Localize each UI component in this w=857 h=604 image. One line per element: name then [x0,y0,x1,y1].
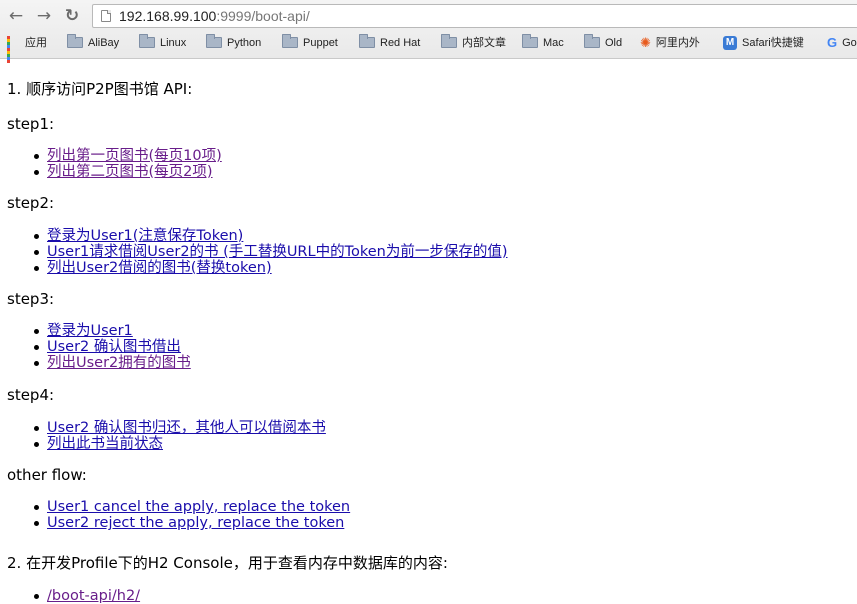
link-user2-confirm-lend[interactable]: User2 确认图书借出 [47,339,181,355]
list-item: User1 cancel the apply, replace the toke… [33,499,350,515]
list-item: User2 确认图书借出 [34,339,191,355]
page-icon [101,10,111,22]
step3-label: step3: [7,290,55,308]
url-text: 192.168.99.100:9999/boot-api/ [119,8,310,24]
list-item: User1请求借阅User2的书 (手工替换URL中的Token为前一步保存的值… [34,244,508,260]
bookmark-alibay[interactable]: AliBay [67,33,119,51]
folder-icon [282,33,298,48]
forward-arrow-icon: → [36,6,52,26]
back-arrow-icon: ← [8,6,24,26]
list-item: 列出此书当前状态 [34,436,326,452]
list-item: 列出User2借阅的图书(替换token) [34,260,508,276]
list-item: 列出User2拥有的图书 [34,355,191,371]
bookmarks-bar: 应用 AliBay Linux Python Puppet Red Hat 内部… [0,31,857,63]
section-1-title: 1. 顺序访问P2P图书馆 API: [7,80,193,98]
link-user2-confirm-return[interactable]: User2 确认图书归还，其他人可以借阅本书 [47,420,326,436]
link-list-user2-borrowed[interactable]: 列出User2借阅的图书(替换token) [47,260,272,276]
list-item: 登录为User1(注意保存Token) [34,228,508,244]
bookmark-linux[interactable]: Linux [139,33,186,51]
forward-button[interactable]: → [34,6,54,26]
bookmark-google[interactable]: G Go [827,35,857,51]
bookmark-mac[interactable]: Mac [522,33,564,51]
section-2-title: 2. 在开发Profile下的H2 Console，用于查看内存中数据库的内容: [7,554,448,572]
link-list-page1[interactable]: 列出第一页图书(每页10项) [47,148,222,164]
link-book-status[interactable]: 列出此书当前状态 [47,436,163,452]
other-flow-links: User1 cancel the apply, replace the toke… [7,499,350,531]
step4-links: User2 确认图书归还，其他人可以借阅本书 列出此书当前状态 [7,420,326,452]
folder-icon [584,33,600,48]
list-item: User2 reject the apply, replace the toke… [33,515,350,531]
folder-icon [522,33,538,48]
link-list-page2[interactable]: 列出第二页图书(每页2项) [47,164,213,180]
bookmark-alibaba-inside[interactable]: ✺ 阿里内外 [640,35,700,51]
step2-label: step2: [7,194,55,212]
list-item: 登录为User1 [34,323,191,339]
step3-links: 登录为User1 User2 确认图书借出 列出User2拥有的图书 [7,323,191,371]
section-2-links: /boot-api/h2/ [7,588,140,604]
step1-links: 列出第一页图书(每页10项) 列出第二页图书(每页2项) [7,148,222,180]
address-bar[interactable]: 192.168.99.100:9999/boot-api/ [92,4,857,28]
link-login-user1[interactable]: 登录为User1(注意保存Token) [47,228,243,244]
m-logo-icon: M [723,36,737,51]
browser-chrome: ← → ↻ 192.168.99.100:9999/boot-api/ 应用 A… [0,0,857,63]
link-list-user2-owned[interactable]: 列出User2拥有的图书 [47,355,191,371]
google-logo-icon: G [827,35,838,51]
list-item: 列出第一页图书(每页10项) [34,148,222,164]
step2-links: 登录为User1(注意保存Token) User1请求借阅User2的书 (手工… [7,228,508,276]
bookmark-safari-shortcuts[interactable]: M Safari快捷键 [723,35,804,51]
link-user1-borrow-request[interactable]: User1请求借阅User2的书 (手工替换URL中的Token为前一步保存的值… [47,244,508,260]
bookmark-internal-articles[interactable]: 内部文章 [441,33,506,51]
bookmark-old[interactable]: Old [584,33,622,51]
bookmark-python[interactable]: Python [206,33,261,51]
folder-icon [441,33,457,48]
link-user1-cancel-apply[interactable]: User1 cancel the apply, replace the toke… [47,499,350,515]
folder-icon [206,33,222,48]
step4-label: step4: [7,386,55,404]
link-login-user1[interactable]: 登录为User1 [47,323,133,339]
bookmark-apps[interactable]: 应用 [7,35,47,63]
reload-icon: ↻ [64,6,80,26]
bookmark-puppet[interactable]: Puppet [282,33,338,51]
list-item: User2 确认图书归还，其他人可以借阅本书 [34,420,326,436]
alibaba-logo-icon: ✺ [640,35,651,51]
back-button[interactable]: ← [6,6,26,26]
apps-grid-icon [7,35,20,63]
other-flow-label: other flow: [7,466,87,484]
bookmark-red-hat[interactable]: Red Hat [359,33,420,51]
folder-icon [67,33,83,48]
list-item: /boot-api/h2/ [33,588,140,604]
link-user2-reject-apply[interactable]: User2 reject the apply, replace the toke… [47,515,344,531]
reload-button[interactable]: ↻ [62,6,82,26]
link-h2-console[interactable]: /boot-api/h2/ [47,588,140,604]
list-item: 列出第二页图书(每页2项) [34,164,222,180]
folder-icon [359,33,375,48]
folder-icon [139,33,155,48]
step1-label: step1: [7,115,55,133]
